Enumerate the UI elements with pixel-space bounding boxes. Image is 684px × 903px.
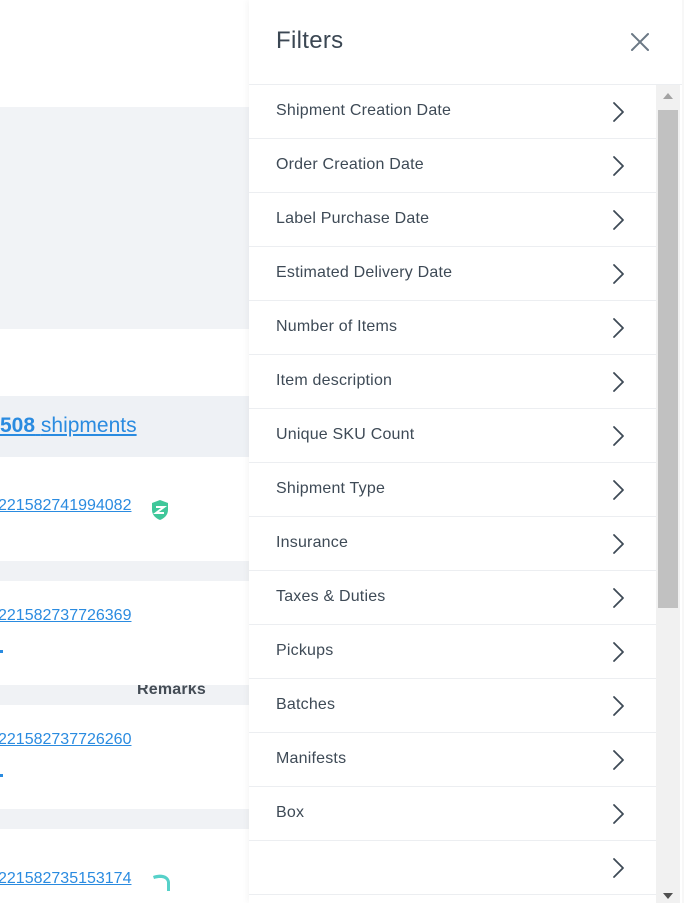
scroll-down-arrow-icon[interactable] [663, 893, 673, 899]
filter-item-order-creation-date[interactable]: Order Creation Date [249, 139, 656, 193]
filter-item-number-of-items[interactable]: Number of Items [249, 301, 656, 355]
shipments-count-link[interactable]: 508 shipments [0, 414, 137, 438]
filter-item-label: Unique SKU Count [276, 426, 415, 443]
chevron-right-icon [613, 264, 624, 284]
scroll-up-arrow-icon[interactable] [663, 93, 673, 99]
row-secondary-link-fragment [0, 650, 3, 653]
shield-badge-icon [152, 500, 168, 520]
filter-item-label: Batches [276, 696, 336, 713]
filter-item-label: Pickups [276, 642, 334, 659]
chevron-right-icon [613, 156, 624, 176]
filter-item-label: Shipment Creation Date [276, 102, 452, 119]
filter-item-label: Taxes & Duties [276, 588, 386, 605]
shipments-count-number: 508 [0, 414, 36, 437]
filter-item-box[interactable]: Box [249, 787, 656, 841]
filter-item-item-description[interactable]: Item description [249, 355, 656, 409]
filter-item-label: Shipment Type [276, 480, 386, 497]
filter-item-label: Number of Items [276, 318, 398, 335]
chevron-right-icon [613, 858, 624, 878]
chevron-right-icon [613, 804, 624, 824]
filter-item-taxes-duties[interactable]: Taxes & Duties [249, 571, 656, 625]
shipments-count-label: shipments [40, 414, 137, 437]
chevron-right-icon [613, 750, 624, 770]
filters-panel-header: Filters [249, 0, 684, 85]
row-secondary-link-fragment [0, 774, 3, 777]
tracking-number-link[interactable]: 221582735153174 [0, 870, 131, 888]
chevron-right-icon [613, 318, 624, 338]
chevron-right-icon [613, 372, 624, 392]
filter-item-manifests[interactable]: Manifests [249, 733, 656, 787]
filter-item-pickups[interactable]: Pickups [249, 625, 656, 679]
filter-item-label: Box [276, 804, 305, 821]
chevron-right-icon [613, 102, 624, 122]
chevron-right-icon [613, 696, 624, 716]
filter-item-partially-visible[interactable] [249, 841, 656, 895]
tracking-number-link[interactable]: 221582741994082 [0, 497, 131, 515]
filter-list-scrollbar[interactable] [656, 85, 680, 903]
chevron-right-icon [613, 480, 624, 500]
close-icon[interactable] [627, 29, 653, 55]
filter-item-label: Manifests [276, 750, 347, 767]
filter-item-label: Insurance [276, 534, 349, 551]
chevron-right-icon [613, 210, 624, 230]
tracking-number-link[interactable]: 221582737726369 [0, 607, 131, 625]
scrollbar-thumb[interactable] [658, 110, 678, 608]
filter-item-label: Order Creation Date [276, 156, 424, 173]
filter-item-batches[interactable]: Batches [249, 679, 656, 733]
chevron-right-icon [613, 426, 624, 446]
tracking-number-link[interactable]: 221582737726260 [0, 731, 131, 749]
chevron-right-icon [613, 534, 624, 554]
chevron-right-icon [613, 588, 624, 608]
filter-item-label: Item description [276, 372, 393, 389]
filter-item-estimated-delivery-date[interactable]: Estimated Delivery Date [249, 247, 656, 301]
filters-panel: Filters Shipment Creation Date Order Cre… [249, 0, 684, 903]
filter-item-label-purchase-date[interactable]: Label Purchase Date [249, 193, 656, 247]
filter-item-shipment-type[interactable]: Shipment Type [249, 463, 656, 517]
filter-item-unique-sku-count[interactable]: Unique SKU Count [249, 409, 656, 463]
filter-item-label: Label Purchase Date [276, 210, 430, 227]
filters-panel-title: Filters [276, 27, 344, 54]
filter-item-label: Estimated Delivery Date [276, 264, 453, 281]
filter-item-shipment-creation-date[interactable]: Shipment Creation Date [249, 85, 656, 139]
chevron-right-icon [613, 642, 624, 662]
filter-item-insurance[interactable]: Insurance [249, 517, 656, 571]
filter-list: Shipment Creation Date Order Creation Da… [249, 85, 656, 903]
boomerang-badge-icon [153, 874, 170, 891]
